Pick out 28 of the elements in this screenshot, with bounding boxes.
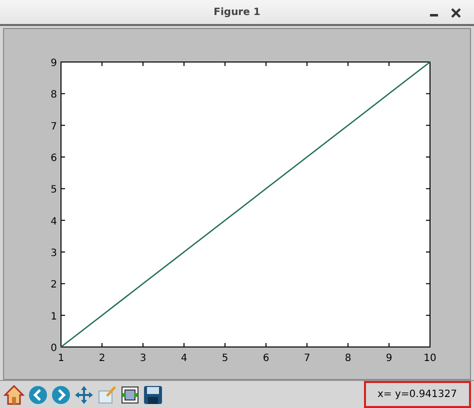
- x-tick-label: 9: [386, 353, 392, 364]
- home-icon[interactable]: [3, 384, 25, 406]
- x-tick-label: 5: [222, 353, 228, 364]
- x-tick-label: 2: [98, 353, 106, 364]
- x-tick-label: 8: [344, 353, 352, 364]
- x-tick-label: 3: [140, 353, 146, 364]
- x-tick-label: 10: [424, 353, 436, 364]
- x-tick-label: 7: [304, 353, 310, 364]
- y-tick-label: 0: [50, 343, 57, 354]
- y-tick-label: 7: [50, 121, 57, 132]
- window-title: Figure 1: [214, 6, 260, 18]
- y-tick-label: 8: [50, 90, 57, 101]
- y-tick-label: 9: [50, 58, 57, 69]
- move-icon[interactable]: [74, 384, 94, 404]
- coordinate-readout: x= y=0.941327: [364, 381, 471, 408]
- x-tick-label: 1: [58, 353, 64, 364]
- x-tick-label: 6: [262, 353, 270, 364]
- y-tick-label: 4: [50, 216, 57, 228]
- minimize-icon[interactable]: [430, 13, 438, 17]
- x-tick-label: 4: [180, 353, 188, 364]
- subplots-icon[interactable]: [120, 384, 140, 404]
- y-tick-label: 2: [50, 280, 57, 291]
- y-tick-label: 5: [50, 184, 57, 196]
- y-tick-label: 3: [50, 248, 57, 259]
- save-icon[interactable]: [143, 384, 163, 404]
- y-tick-label: 1: [50, 311, 57, 322]
- y-tick-label: 6: [50, 153, 57, 164]
- close-icon[interactable]: [451, 8, 461, 18]
